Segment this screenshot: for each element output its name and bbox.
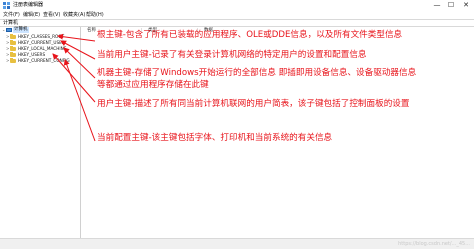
chevron-down-icon[interactable]: ⌄ xyxy=(2,27,5,33)
menu-favorites[interactable]: 收藏夹(A) xyxy=(63,11,85,19)
menu-bar: 文件(F) 编辑(E) 查看(V) 收藏夹(A) 帮助(H) xyxy=(0,11,474,19)
annotation-current-config: 当前配置主键-该主键包括字体、打印机和当前系统的有关信息 xyxy=(97,133,333,143)
watermark-text: https://blog.csdn.net/..._45... xyxy=(398,241,470,247)
folder-icon xyxy=(10,46,16,51)
menu-file[interactable]: 文件(F) xyxy=(3,11,20,19)
folder-icon xyxy=(10,34,16,39)
menu-help[interactable]: 帮助(H) xyxy=(86,11,104,19)
tree-item-label: HKEY_CURRENT_CONFIG xyxy=(18,58,70,63)
folder-icon xyxy=(10,52,16,57)
annotation-users: 用户主键-描述了所有同当前计算机联网的用户简表，该子键包括了控制面板的设置 xyxy=(97,99,410,109)
window-title: 注册表编辑器 xyxy=(13,2,44,8)
minimize-button[interactable]: — xyxy=(430,0,444,11)
folder-icon xyxy=(10,40,16,45)
maximize-button[interactable]: ☐ xyxy=(444,0,458,11)
status-bar: https://blog.csdn.net/..._45... xyxy=(0,238,474,249)
address-bar[interactable]: 计算机 xyxy=(0,19,474,27)
column-header-name[interactable]: 名称 xyxy=(87,27,96,34)
title-bar: 注册表编辑器 — ☐ ✕ xyxy=(0,0,474,11)
close-button[interactable]: ✕ xyxy=(459,0,473,11)
annotation-local-machine-cont: 等都通过应用程序存储在此键 xyxy=(97,80,209,90)
tree-root-label: 计算机 xyxy=(13,27,29,33)
menu-view[interactable]: 查看(V) xyxy=(43,11,60,19)
annotation-current-user: 当前用户主键-记录了有关登录计算机网络的特定用户的设置和配置信息 xyxy=(97,50,367,60)
address-path: 计算机 xyxy=(3,20,19,26)
annotation-local-machine: 机器主键-存储了Windows开始运行的全部信息 即插即用设备信息、设备驱动器信… xyxy=(97,68,417,78)
menu-edit[interactable]: 编辑(E) xyxy=(23,11,40,19)
key-tree-pane: ⌄ 计算机 > HKEY_CLASSES_ROOT > HKEY_CURRENT… xyxy=(0,27,80,238)
chevron-right-icon[interactable]: > xyxy=(6,58,9,64)
folder-icon xyxy=(10,58,16,63)
pane-splitter[interactable] xyxy=(80,27,81,238)
annotation-classes-root: 根主键-包含了所有已装载的应用程序、OLE或DDE信息，以及所有文件类型信息 xyxy=(97,30,403,40)
registry-editor-icon xyxy=(3,2,10,9)
computer-icon xyxy=(6,28,12,32)
